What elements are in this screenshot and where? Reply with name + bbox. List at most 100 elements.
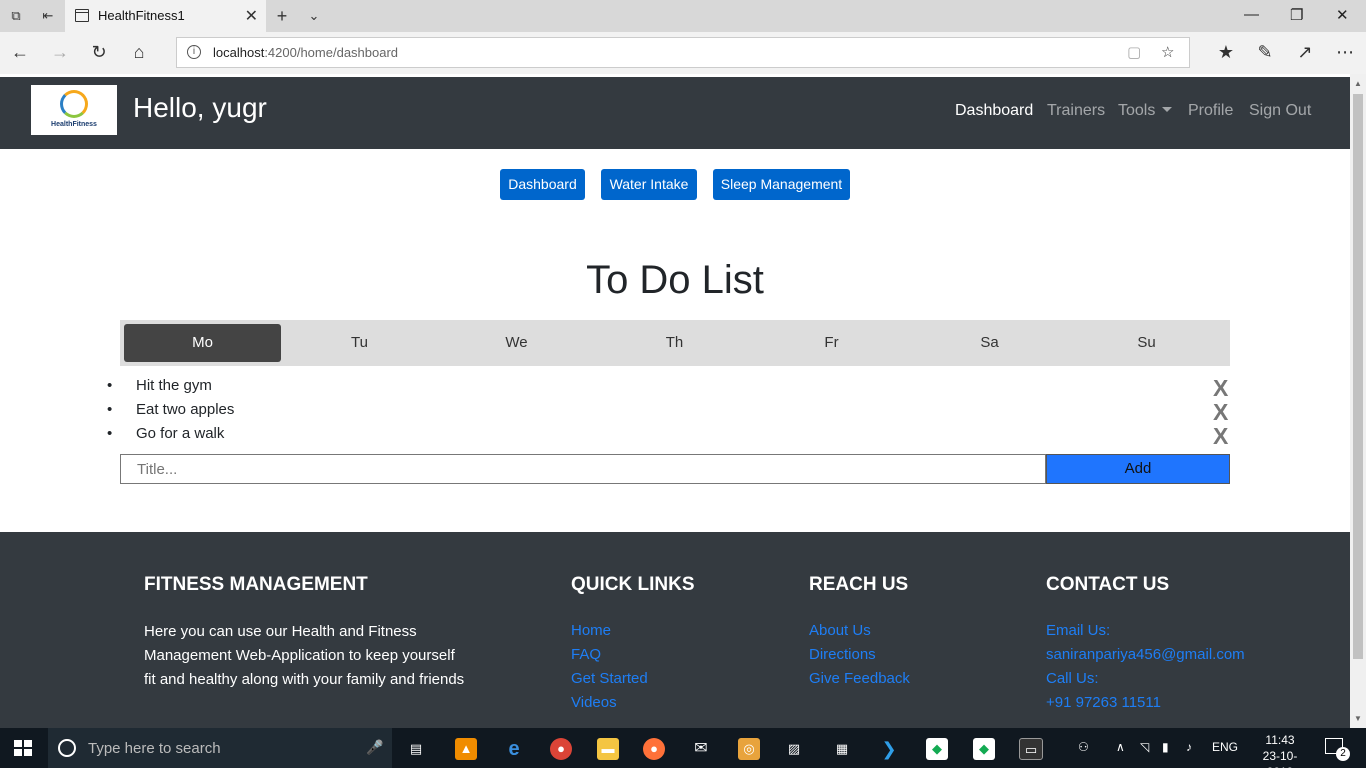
browser-tab[interactable]: HealthFitness1 ✕ [65,0,266,32]
nav-sign-out[interactable]: Sign Out [1249,102,1311,120]
restore-icon[interactable]: ❐ [1290,6,1303,24]
healthfitness-logo[interactable]: HealthFitness [31,85,117,135]
close-tab-icon[interactable]: ✕ [245,6,258,26]
mongodb-icon[interactable]: ◆ [926,738,948,760]
dashboard-button[interactable]: Dashboard [500,169,585,200]
reading-view-icon[interactable]: ▢ [1127,43,1141,61]
delete-task-button[interactable]: X [1213,399,1228,426]
delete-task-button[interactable]: X [1213,423,1228,450]
mongodb-icon-2[interactable]: ◆ [973,738,995,760]
forward-icon[interactable]: → [49,42,71,63]
page-scrollbar[interactable]: ▲ ▼ [1350,74,1366,728]
refresh-icon[interactable]: ↻ [88,42,110,63]
taskbar-search-box[interactable]: Type here to search 🎤 [48,728,392,768]
close-window-icon[interactable]: ✕ [1336,6,1349,24]
vlc-icon[interactable]: ▲ [455,738,477,760]
footer-link-get-started[interactable]: Get Started [571,670,648,687]
footer-link-about-us[interactable]: About Us [809,622,871,639]
store-icon[interactable]: ▦ [831,738,853,760]
microphone-icon[interactable]: 🎤 [366,739,383,756]
footer-link-directions[interactable]: Directions [809,646,876,663]
day-tab-mo[interactable]: Mo [124,324,281,362]
notification-count-badge: 2 [1336,747,1350,761]
task-title-input[interactable] [121,455,1045,483]
nav-tools-dropdown[interactable]: Tools [1118,102,1173,120]
scroll-down-icon[interactable]: ▼ [1354,714,1362,723]
language-indicator[interactable]: ENG [1212,740,1238,754]
terminal-icon[interactable]: ▭ [1019,738,1043,760]
nav-dashboard[interactable]: Dashboard [955,102,1033,120]
firefox-icon[interactable]: ● [643,738,665,760]
day-tab-th[interactable]: Th [596,324,753,362]
day-tab-tu[interactable]: Tu [281,324,438,362]
file-explorer-icon[interactable]: ▬ [597,738,619,760]
day-tab-sa[interactable]: Sa [911,324,1068,362]
footer-link-faq[interactable]: FAQ [571,646,601,663]
chrome-icon[interactable]: ● [550,738,572,760]
footer-link-home[interactable]: Home [571,622,611,639]
cortana-icon[interactable] [58,739,76,757]
description-line: fit and healthy along with your family a… [144,671,465,688]
tab-manager-icon[interactable]: ⧉ [8,8,24,24]
windows-start-icon[interactable] [14,740,32,757]
sleep-management-button[interactable]: Sleep Management [713,169,850,200]
nav-tools-label: Tools [1118,102,1156,119]
set-aside-tabs-icon[interactable]: ⇤ [40,8,56,24]
app-icon-orange[interactable]: ◎ [738,738,760,760]
edge-icon[interactable]: e [503,738,525,760]
new-tab-icon[interactable]: + [274,7,290,25]
clock-date: 23-10-2019 [1262,749,1298,779]
tab-preview-chevron-icon[interactable]: ⌄ [306,8,322,24]
bullet-icon: • [107,401,113,418]
add-task-button[interactable]: Add [1046,454,1230,484]
task-title-field[interactable] [120,454,1046,484]
day-tab-fr[interactable]: Fr [753,324,910,362]
caret-down-icon [1162,107,1173,112]
task-text[interactable]: Go for a walk [136,425,224,442]
email-link[interactable]: saniranpariya456@gmail.com [1046,646,1245,663]
system-clock[interactable]: 11:43 23-10-2019 [1250,732,1310,780]
vscode-icon[interactable]: ❯ [878,738,900,760]
battery-icon[interactable]: ▮ [1162,740,1169,754]
network-icon[interactable]: ◹ [1140,740,1149,754]
nav-profile[interactable]: Profile [1188,102,1233,120]
task-text[interactable]: Hit the gym [136,377,212,394]
favorite-star-icon[interactable]: ☆ [1161,43,1174,61]
app-icon-document[interactable]: ▨ [783,738,805,760]
day-tab-we[interactable]: We [438,324,595,362]
url-text[interactable]: localhost:4200/home/dashboard [213,45,398,60]
site-info-icon[interactable]: i [187,45,201,59]
url-host: localhost [213,45,265,60]
url-field[interactable]: i localhost:4200/home/dashboard ▢ ☆ [176,37,1190,68]
fitness-description: Here you can use our Health and Fitness … [144,620,504,692]
people-icon[interactable]: ⚇ [1078,740,1089,754]
favorites-icon[interactable]: ★ [1215,42,1237,63]
delete-task-button[interactable]: X [1213,375,1228,402]
notes-pen-icon[interactable]: ✎ [1254,42,1276,63]
reach-us-heading: REACH US [809,574,909,595]
email-label: Email Us: [1046,622,1111,639]
quick-links-heading: QUICK LINKS [571,574,695,595]
action-center-icon[interactable]: 2 [1325,738,1350,761]
site-navbar: HealthFitness Hello, yugr Dashboard Trai… [0,77,1350,149]
scroll-up-icon[interactable]: ▲ [1354,79,1362,88]
nav-trainers[interactable]: Trainers [1047,102,1105,120]
scrollbar-thumb[interactable] [1353,94,1363,659]
water-intake-button[interactable]: Water Intake [601,169,697,200]
show-hidden-icons-icon[interactable]: ∧ [1116,740,1125,754]
logo-mark-icon [60,90,88,118]
volume-icon[interactable]: ♪ [1186,740,1192,754]
task-text[interactable]: Eat two apples [136,401,234,418]
share-icon[interactable]: ↗ [1294,42,1316,63]
footer-link-videos[interactable]: Videos [571,694,617,711]
tab-title: HealthFitness1 [98,8,185,23]
phone-link[interactable]: +91 97263 11511 [1046,694,1161,711]
home-icon[interactable]: ⌂ [128,42,150,63]
mail-icon[interactable]: ✉ [690,738,712,760]
day-tab-su[interactable]: Su [1068,324,1225,362]
minimize-icon[interactable]: — [1244,6,1259,23]
footer-link-give-feedback[interactable]: Give Feedback [809,670,910,687]
task-view-icon[interactable]: ▤ [405,738,427,760]
more-menu-icon[interactable]: ⋯ [1334,42,1356,63]
back-icon[interactable]: ← [9,42,31,63]
